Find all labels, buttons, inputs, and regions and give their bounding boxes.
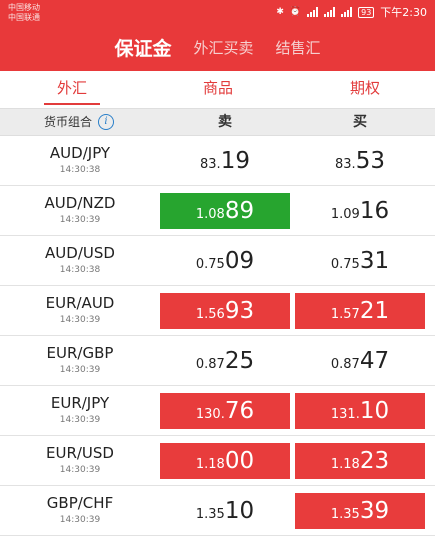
price-pips: 21 (359, 298, 390, 324)
price-prefix: 1.18 (330, 457, 360, 472)
sell-price[interactable]: 1.1800 (160, 443, 290, 479)
buy-price[interactable]: 0.7531 (295, 243, 425, 279)
buy-price[interactable]: 0.8747 (295, 343, 425, 379)
buy-price[interactable]: 1.0916 (295, 193, 425, 229)
sell-column-label: 卖 (218, 114, 232, 130)
tab-fx-trade[interactable]: 外汇买卖 (193, 37, 253, 58)
price-pips: 00 (224, 448, 255, 474)
quote-time: 14:30:39 (59, 465, 101, 475)
price-prefix: 131. (330, 407, 360, 422)
price-pips: 93 (224, 298, 255, 324)
buy-price[interactable]: 131.10 (295, 393, 425, 429)
sell-price[interactable]: 1.0889 (160, 193, 290, 229)
tab-options[interactable]: 期权 (337, 71, 393, 108)
sell-price[interactable]: 1.3510 (160, 493, 290, 529)
quote-row[interactable]: EUR/JPY 14:30:39 130.76 131.10 (0, 386, 435, 436)
column-header: 货币组合 i 卖 买 (0, 108, 435, 136)
tab-margin[interactable]: 保证金 (114, 34, 171, 61)
quote-time: 14:30:38 (59, 165, 101, 175)
sell-price[interactable]: 130.76 (160, 393, 290, 429)
category-tabs: 外汇 商品 期权 (0, 71, 435, 108)
price-prefix: 83. (335, 157, 356, 172)
price-pips: 10 (359, 398, 390, 424)
quote-row[interactable]: EUR/AUD 14:30:39 1.5693 1.5721 (0, 286, 435, 336)
pair-name: EUR/AUD (45, 294, 115, 312)
sell-price[interactable]: 83.19 (160, 143, 290, 179)
tab-commodities[interactable]: 商品 (190, 71, 246, 108)
quote-time: 14:30:39 (59, 415, 101, 425)
price-prefix: 1.09 (330, 207, 360, 222)
price-prefix: 1.18 (195, 457, 225, 472)
price-prefix: 1.08 (195, 207, 225, 222)
price-pips: 10 (224, 498, 255, 524)
price-pips: 23 (359, 448, 390, 474)
buy-price[interactable]: 1.3539 (295, 493, 425, 529)
quote-row[interactable]: AUD/NZD 14:30:39 1.0889 1.0916 (0, 186, 435, 236)
status-time: 下午2:30 (380, 6, 427, 19)
price-prefix: 0.87 (195, 357, 225, 372)
price-pips: 31 (359, 248, 390, 274)
buy-column-label: 买 (353, 114, 367, 130)
quote-row[interactable]: AUD/USD 14:30:38 0.7509 0.7531 (0, 236, 435, 286)
quote-time: 14:30:39 (59, 315, 101, 325)
sell-price[interactable]: 0.8725 (160, 343, 290, 379)
price-prefix: 1.35 (195, 507, 225, 522)
quote-row[interactable]: EUR/GBP 14:30:39 0.8725 0.8747 (0, 336, 435, 386)
alarm-icon: ⏰ (289, 7, 302, 17)
price-prefix: 1.57 (330, 307, 360, 322)
signal-icon (307, 7, 319, 17)
quote-row[interactable]: EUR/USD 14:30:39 1.1800 1.1823 (0, 436, 435, 486)
price-prefix: 83. (200, 157, 221, 172)
pair-name: AUD/USD (45, 244, 115, 262)
price-prefix: 130. (195, 407, 225, 422)
quote-time: 14:30:39 (59, 365, 101, 375)
sell-price[interactable]: 1.5693 (160, 293, 290, 329)
signal-2-icon (324, 7, 336, 17)
price-prefix: 1.56 (195, 307, 225, 322)
pair-column-label: 货币组合 (44, 115, 93, 129)
quote-time: 14:30:39 (59, 215, 101, 225)
wifi-signal-icon (341, 7, 353, 17)
quote-list: AUD/JPY 14:30:38 83.19 83.53 AUD/NZD 14:… (0, 136, 435, 536)
info-icon[interactable]: i (98, 114, 114, 130)
price-pips: 16 (359, 198, 390, 224)
price-prefix: 1.35 (330, 507, 360, 522)
price-pips: 47 (359, 348, 390, 374)
top-nav: 保证金 外汇买卖 结售汇 (0, 34, 435, 60)
carrier-1: 中国移动 (8, 3, 40, 12)
price-pips: 09 (224, 248, 255, 274)
battery-icon: 93 (358, 6, 375, 18)
price-prefix: 0.87 (330, 357, 360, 372)
pair-name: GBP/CHF (46, 494, 114, 512)
quote-time: 14:30:39 (59, 515, 101, 525)
price-pips: 53 (355, 148, 385, 174)
bluetooth-icon: ✱ (276, 7, 284, 17)
price-prefix: 0.75 (330, 257, 360, 272)
price-pips: 89 (224, 198, 255, 224)
tab-settlement[interactable]: 结售汇 (276, 37, 321, 58)
quote-time: 14:30:38 (59, 265, 101, 275)
price-pips: 76 (224, 398, 255, 424)
pair-name: EUR/JPY (50, 394, 110, 412)
buy-price[interactable]: 1.1823 (295, 443, 425, 479)
quote-row[interactable]: AUD/JPY 14:30:38 83.19 83.53 (0, 136, 435, 186)
pair-name: EUR/GBP (46, 344, 114, 362)
pair-name: AUD/NZD (44, 194, 116, 212)
status-icons: ✱ ⏰ 93 下午2:30 (276, 5, 427, 19)
app-header: 中国移动 中国联通 ✱ ⏰ 93 下午2:30 保证金 外汇买卖 结售汇 (0, 0, 435, 71)
price-pips: 19 (220, 148, 250, 174)
buy-price[interactable]: 83.53 (295, 143, 425, 179)
tab-forex[interactable]: 外汇 (44, 71, 100, 108)
price-prefix: 0.75 (195, 257, 225, 272)
pair-name: EUR/USD (46, 444, 114, 462)
quote-row[interactable]: GBP/CHF 14:30:39 1.3510 1.3539 (0, 486, 435, 536)
carrier-info: 中国移动 中国联通 (8, 3, 40, 23)
buy-price[interactable]: 1.5721 (295, 293, 425, 329)
pair-name: AUD/JPY (49, 144, 111, 162)
carrier-2: 中国联通 (8, 13, 40, 22)
sell-price[interactable]: 0.7509 (160, 243, 290, 279)
price-pips: 39 (359, 498, 390, 524)
price-pips: 25 (224, 348, 255, 374)
